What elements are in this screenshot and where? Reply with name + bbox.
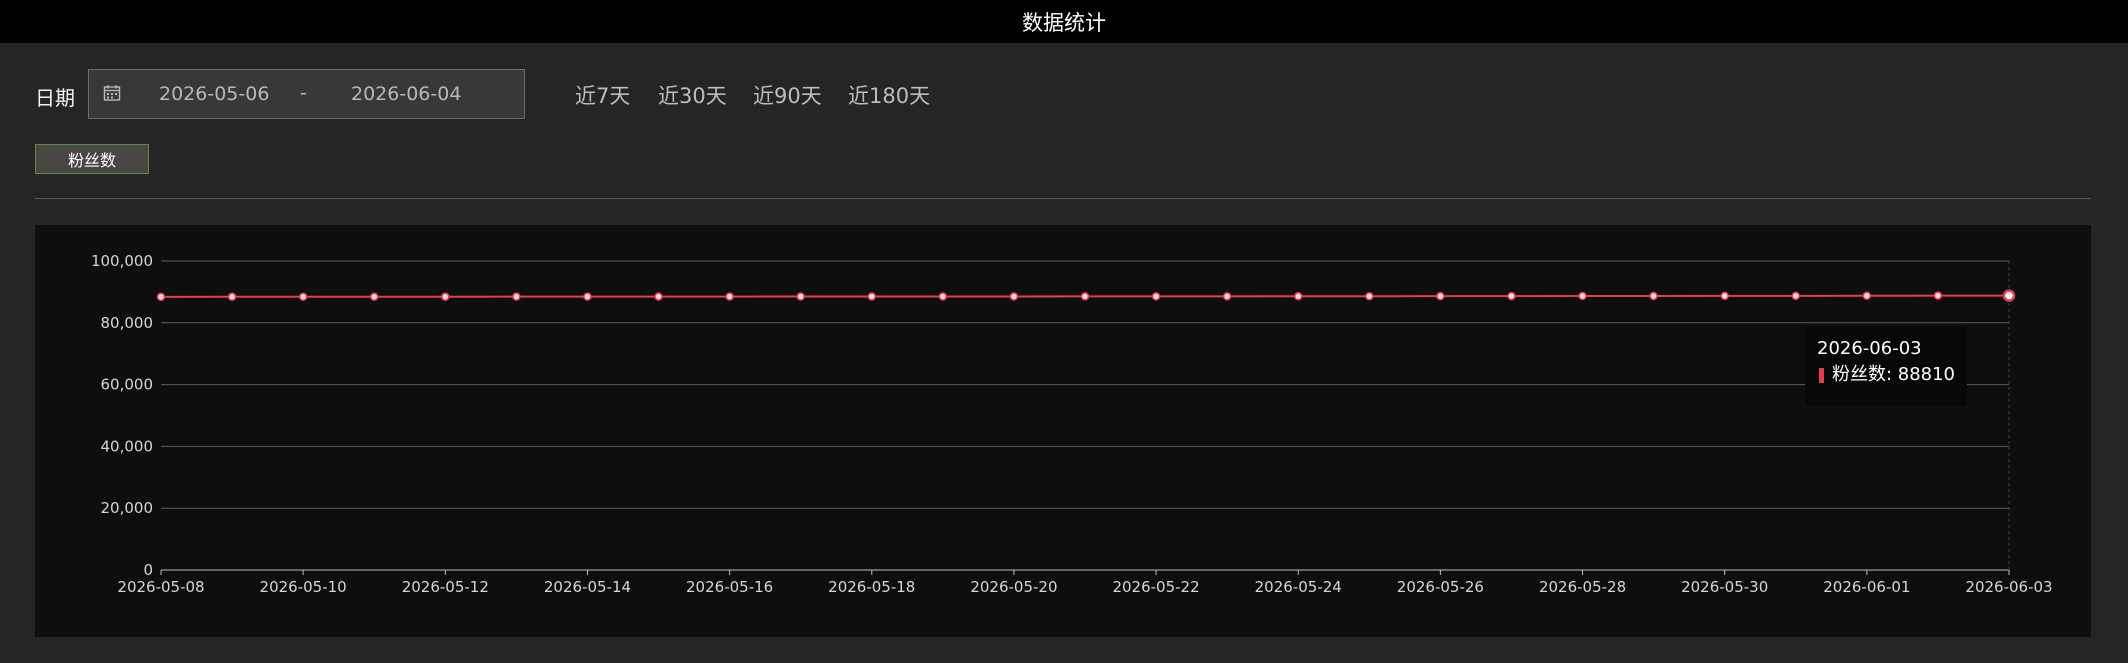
chart-panel: 0 20,000 40,000 60,000 80,000 100,000 2026-05-… <box>35 225 2091 637</box>
chart-tooltip: 2026-06-03 粉丝数 : 88810 <box>1805 326 1967 406</box>
tooltip-row: 粉丝数 : 88810 <box>1817 362 1955 388</box>
x-tick-label: 2026-05-14 <box>544 578 631 596</box>
data-point <box>1791 291 1801 301</box>
x-tick-label: 2026-05-18 <box>828 578 915 596</box>
quick-range-90-days[interactable]: 近90天 <box>753 80 822 110</box>
start-date-input[interactable] <box>159 82 279 106</box>
x-tick-label: 2026-05-08 <box>117 578 204 596</box>
data-point <box>1862 291 1872 301</box>
data-point <box>725 292 734 301</box>
divider <box>35 198 2091 199</box>
followers-line-chart: 0 20,000 40,000 60,000 80,000 100,000 2026-05-… <box>91 252 2053 596</box>
calendar-icon[interactable] <box>103 84 121 102</box>
data-point <box>867 292 877 301</box>
data-point <box>156 292 166 302</box>
data-point <box>2002 289 2016 302</box>
x-tick-label: 2026-06-03 <box>1965 578 2052 596</box>
data-point <box>441 292 450 301</box>
y-tick-label: 80,000 <box>101 314 154 332</box>
data-point <box>1436 291 1445 301</box>
data-point <box>227 292 237 302</box>
data-point <box>1720 291 1729 301</box>
data-point <box>369 292 379 301</box>
data-point <box>1151 292 1161 301</box>
data-point <box>1933 291 1943 300</box>
data-point <box>298 292 308 302</box>
date-label: 日期 <box>35 86 75 110</box>
x-tick-label: 2026-05-26 <box>1397 578 1484 596</box>
tooltip-value: : 88810 <box>1885 364 1955 385</box>
y-tick-label: 20,000 <box>101 499 154 517</box>
y-tick-label: 60,000 <box>101 376 154 394</box>
data-point <box>1222 292 1232 301</box>
end-date-input[interactable] <box>351 82 471 106</box>
title-bar: 数据统计 <box>0 0 2128 43</box>
y-tick-label: 40,000 <box>101 437 154 455</box>
x-tick-label: 2026-06-01 <box>1823 578 1910 596</box>
metric-followers-button[interactable]: 粉丝数 <box>35 144 149 174</box>
x-tick-label: 2026-05-22 <box>1112 578 1199 596</box>
quick-range-180-days[interactable]: 近180天 <box>848 80 930 110</box>
x-tick-label: 2026-05-24 <box>1255 578 1342 596</box>
data-point <box>1009 292 1019 301</box>
data-point <box>1507 291 1516 301</box>
tooltip-series-swatch <box>1819 367 1824 383</box>
data-point <box>1080 292 1090 301</box>
x-tick-label: 2026-05-28 <box>1539 578 1626 596</box>
x-tick-label: 2026-05-12 <box>402 578 489 596</box>
data-point <box>512 292 521 301</box>
x-tick-label: 2026-05-10 <box>260 578 347 596</box>
x-tick-label: 2026-05-30 <box>1681 578 1768 596</box>
date-range-picker[interactable]: - <box>88 69 525 119</box>
x-tick-label: 2026-05-20 <box>970 578 1057 596</box>
data-point <box>938 292 948 301</box>
data-point <box>796 292 805 301</box>
data-point <box>1365 291 1374 301</box>
quick-range-7-days[interactable]: 近7天 <box>575 80 630 110</box>
metric-followers-label: 粉丝数 <box>67 151 116 170</box>
data-point <box>654 292 663 301</box>
data-point <box>1649 291 1658 301</box>
data-point <box>583 292 592 301</box>
quick-range-30-days[interactable]: 近30天 <box>658 80 727 110</box>
y-tick-label: 0 <box>143 561 153 579</box>
tooltip-series-name: 粉丝数 <box>1831 364 1886 385</box>
data-point <box>1293 292 1303 301</box>
date-separator: - <box>300 82 307 104</box>
data-point <box>1578 291 1587 301</box>
tooltip-date: 2026-06-03 <box>1817 338 1922 359</box>
x-tick-label: 2026-05-16 <box>686 578 773 596</box>
y-tick-label: 100,000 <box>91 252 153 270</box>
page-title: 数据统计 <box>1022 10 1106 35</box>
